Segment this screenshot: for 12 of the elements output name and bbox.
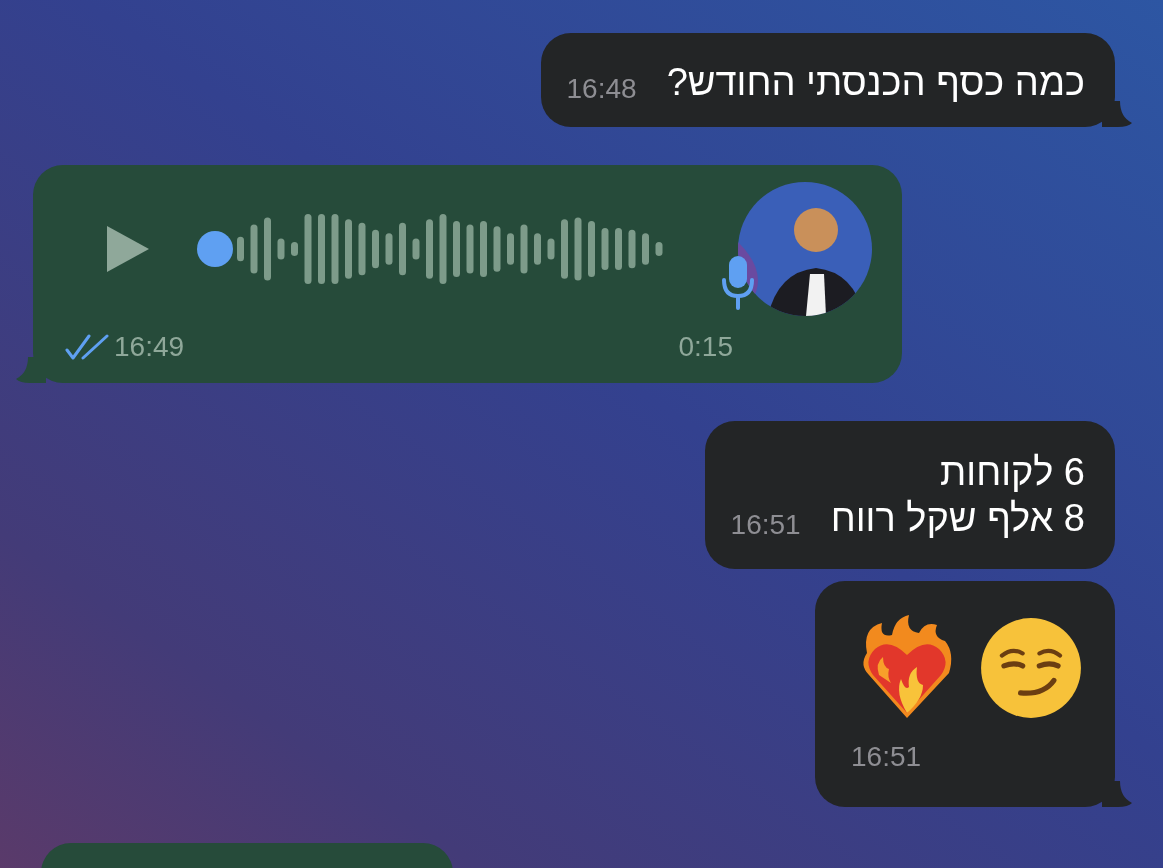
message-text: 8 אלף שקל רווח <box>830 496 1085 541</box>
smirking-face-icon <box>979 616 1083 720</box>
message-time: 16:48 <box>566 75 637 103</box>
message-text: כמה כסף הכנסתי החודש? <box>666 60 1085 105</box>
microphone-icon <box>721 254 755 310</box>
message-time: 16:51 <box>851 743 923 771</box>
message-time: 16:51 <box>730 511 801 539</box>
message-time: 16:49 <box>114 333 185 361</box>
voice-duration: 0:15 <box>678 333 733 361</box>
message-text: 6 לקוחות <box>939 450 1085 495</box>
playhead[interactable] <box>197 231 233 267</box>
play-icon[interactable] <box>105 224 151 274</box>
